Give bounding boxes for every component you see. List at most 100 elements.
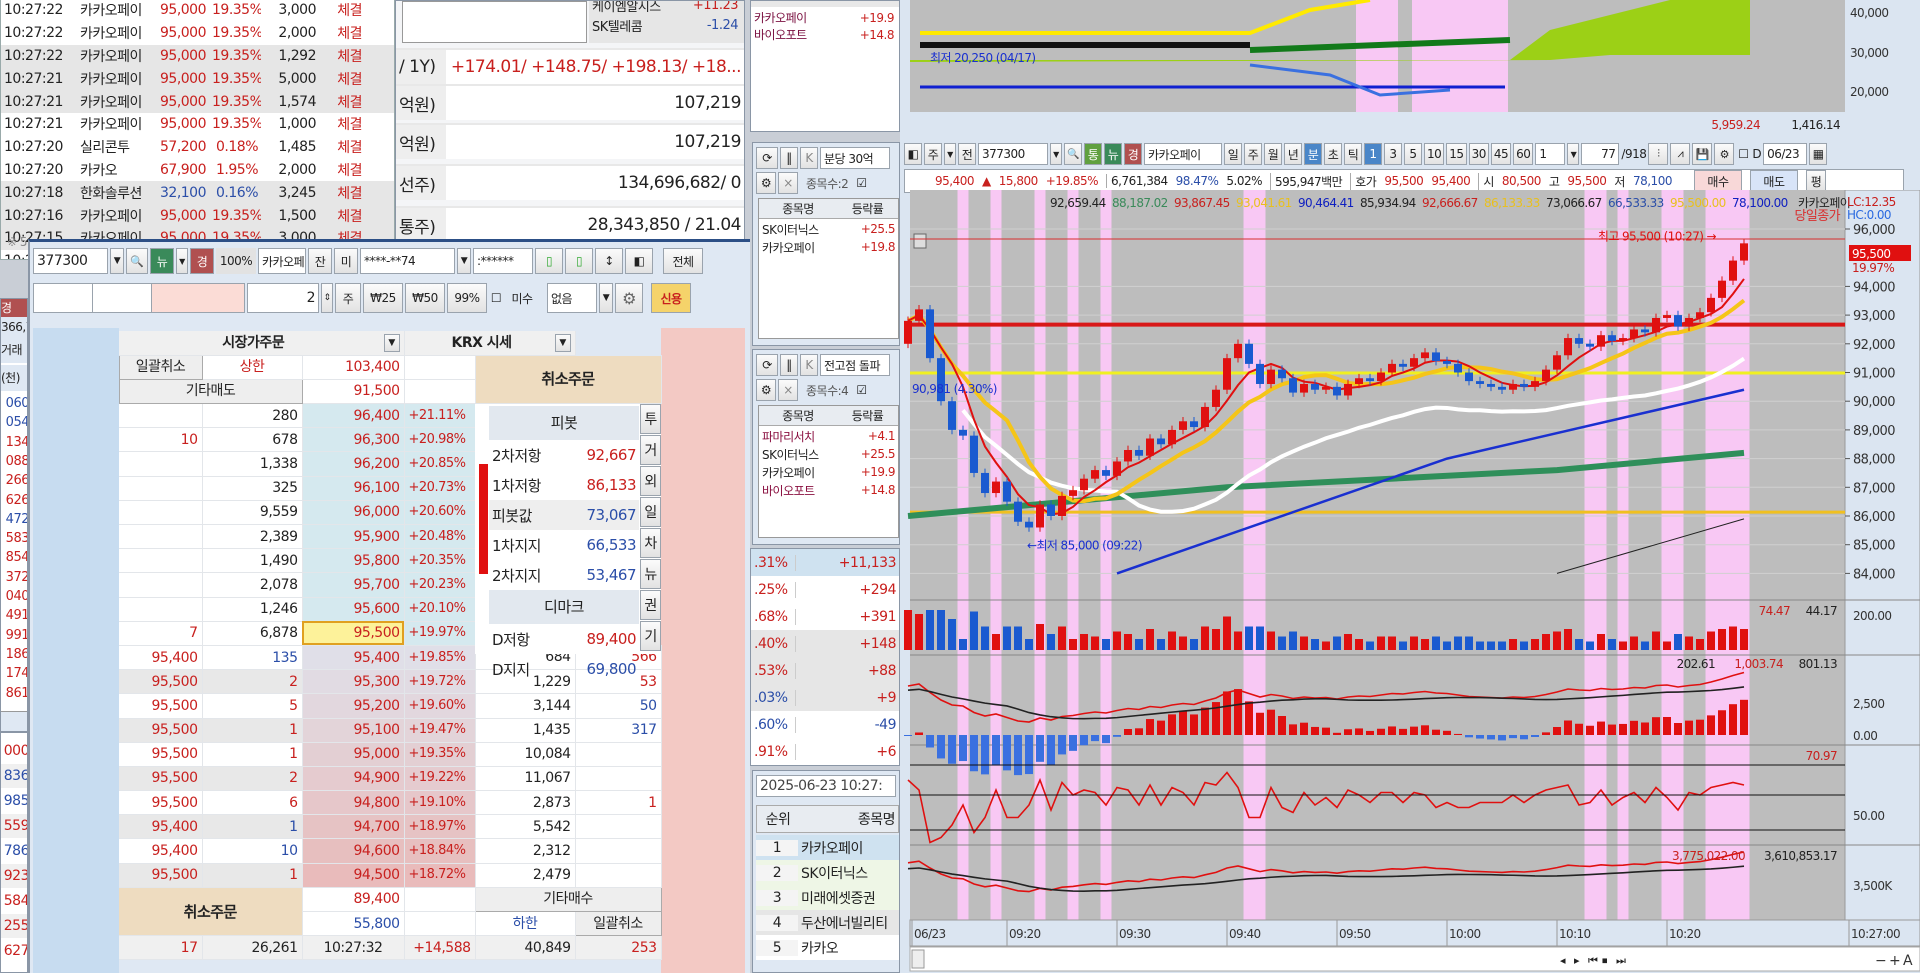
ask-quantity[interactable]: 1,246 — [202, 597, 303, 622]
warning-badge[interactable]: 경 — [1124, 143, 1142, 165]
my-sell-order[interactable] — [119, 403, 203, 429]
ask-quantity[interactable]: 2,078 — [202, 572, 303, 598]
mini-list-row[interactable]: 케이엠알시스 +11.23 — [589, 1, 744, 15]
my-sell-order[interactable] — [119, 451, 203, 477]
dropdown-icon[interactable]: ▼ — [457, 248, 471, 274]
account-select[interactable]: ****-**74 — [360, 248, 455, 274]
other-sell-button[interactable]: 기타매도 — [118, 378, 303, 405]
side-tab[interactable]: 뉴 — [640, 559, 661, 589]
bid-quantity[interactable]: 11,067 — [475, 766, 576, 792]
side-tab[interactable]: 외 — [640, 466, 661, 496]
interval-tab[interactable]: 1 — [1364, 143, 1382, 165]
interval-tab[interactable]: 3 — [1384, 143, 1402, 165]
search-icon[interactable]: 🔍 — [126, 248, 148, 274]
bid-price[interactable]: 94,800 — [302, 790, 405, 816]
period-select[interactable]: 주 — [924, 143, 942, 165]
chart-stock-name[interactable]: 카카오페이 — [1144, 143, 1222, 165]
refresh-icon[interactable]: ⟳ — [756, 354, 778, 376]
tong-button[interactable]: 통 — [1084, 143, 1102, 165]
period-tab[interactable]: 년 — [1284, 143, 1302, 165]
percent-99-button[interactable]: 99% — [447, 283, 487, 313]
buy-button[interactable]: 매수 — [1693, 170, 1742, 192]
my-buy-order[interactable] — [575, 814, 662, 840]
interval-tab[interactable]: 30 — [1468, 143, 1489, 165]
other-buy-button[interactable]: 기타매수 — [474, 886, 662, 913]
pause-icon[interactable]: ‖ — [780, 354, 798, 376]
interval-tab[interactable]: 10 — [1424, 143, 1445, 165]
scroll-left-button[interactable] — [911, 949, 925, 969]
condition-row[interactable]: 카카오페이 +19.9 — [759, 463, 898, 481]
bid-price[interactable]: 95,000 — [302, 742, 405, 767]
my-sell-order[interactable] — [119, 500, 203, 526]
interval-tab[interactable]: 15 — [1446, 143, 1467, 165]
my-buy-order[interactable]: 50 — [575, 693, 662, 719]
gear-icon[interactable]: ⚙ — [615, 283, 643, 313]
sell-layout-icon[interactable]: ▯ — [535, 248, 563, 274]
interval-tab[interactable]: 5 — [1404, 143, 1422, 165]
warning-badge[interactable]: 경 — [190, 248, 214, 274]
chart-date-input[interactable]: 06/23 — [1763, 143, 1808, 165]
bid-price[interactable]: 94,600 — [302, 838, 405, 864]
bid-price[interactable]: 94,500 — [302, 863, 405, 888]
dropdown-icon[interactable]: ▼ — [110, 248, 124, 274]
all-button[interactable]: 전체 — [663, 248, 703, 274]
dropdown-icon[interactable]: ▼ — [1567, 143, 1580, 165]
bar-count[interactable]: 77 — [1581, 143, 1620, 165]
chart-scrollbar[interactable] — [909, 946, 1920, 972]
ask-price[interactable]: 96,000 — [302, 500, 405, 526]
price-chart[interactable]: 96,000 94,000 93,000 92,000 91,000 90,000 89,0… — [900, 190, 1920, 973]
cancel-all-buy-button[interactable]: 일괄취소 — [574, 910, 662, 937]
list-item[interactable]: 바이오포트 +14.8 — [751, 26, 899, 43]
bid-quantity[interactable]: 10,084 — [475, 742, 576, 767]
ask-price[interactable]: 95,500 — [302, 621, 405, 646]
news-button[interactable]: 뉴 — [150, 248, 174, 274]
my-buy-order[interactable] — [575, 863, 662, 888]
ask-price[interactable]: 96,300 — [302, 427, 405, 453]
gear-icon[interactable]: ⚙ — [756, 172, 776, 194]
side-tab[interactable]: 거 — [640, 435, 661, 465]
period-tab[interactable]: 월 — [1264, 143, 1282, 165]
my-sell-order[interactable] — [119, 572, 203, 598]
cancel-order-button[interactable]: 취소주문 — [475, 355, 662, 405]
bid-price[interactable]: 95,400 — [302, 645, 405, 671]
zoom-in-icon[interactable]: + — [1889, 953, 1901, 969]
cancel-all-sell-button[interactable]: 일괄취소 — [118, 354, 203, 380]
order-type-select[interactable]: 없음 — [547, 283, 597, 313]
ask-quantity[interactable]: 678 — [202, 427, 303, 453]
cancel-order-button[interactable]: 취소주문 — [119, 887, 303, 937]
dropdown-icon[interactable]: ▼ — [383, 333, 400, 352]
bid-price[interactable]: 95,300 — [302, 669, 405, 695]
dropdown-icon[interactable]: ▼ — [176, 248, 188, 274]
my-buy-order[interactable] — [575, 838, 662, 864]
auto-checkbox[interactable]: ☑ — [856, 383, 867, 397]
ask-quantity[interactable]: 6,878 — [202, 621, 303, 646]
price-input-2[interactable] — [92, 283, 152, 313]
misu-label[interactable]: 미수 — [505, 283, 539, 313]
list-item[interactable]: 카카오페이 +19.9 — [751, 9, 899, 26]
bid-price[interactable]: 94,700 — [302, 814, 405, 840]
last-icon[interactable]: ⏭ — [1616, 954, 1627, 967]
condition-row[interactable]: SK이터닉스 +25.5 — [759, 220, 898, 238]
my-sell-order[interactable]: 7 — [119, 621, 203, 646]
credit-button[interactable]: 신용 — [651, 283, 691, 313]
sell-button[interactable]: 매도 — [1749, 170, 1798, 192]
rank-row[interactable]: 1 카카오페이 — [756, 835, 899, 860]
count-select[interactable]: 1 — [1535, 143, 1566, 165]
interval-tab[interactable]: 60 — [1513, 143, 1534, 165]
my-sell-order[interactable]: 10 — [119, 427, 203, 453]
side-tab[interactable]: 차 — [640, 528, 661, 558]
save-icon[interactable]: 💾 — [1692, 143, 1713, 165]
text-icon[interactable]: A — [1903, 953, 1914, 969]
bid-quantity[interactable]: 2,312 — [475, 838, 576, 864]
indicator-icon[interactable] — [913, 233, 927, 249]
close-icon[interactable]: × — [778, 172, 798, 194]
rank-row[interactable]: 2 SK이터닉스 — [756, 860, 899, 885]
period-tab[interactable]: 일 — [1224, 143, 1242, 165]
my-sell-order[interactable] — [119, 597, 203, 622]
price-50-button[interactable]: ₩50 — [405, 283, 445, 313]
krx-quote-header[interactable]: KRX 시세 ▼ — [404, 331, 576, 356]
ask-price[interactable]: 96,100 — [302, 476, 405, 501]
condition-row[interactable]: 카카오페이 +19.8 — [759, 238, 898, 256]
condition-row[interactable]: 파마리서치 +4.1 — [759, 427, 898, 445]
auto-checkbox[interactable]: ☑ — [856, 176, 867, 190]
